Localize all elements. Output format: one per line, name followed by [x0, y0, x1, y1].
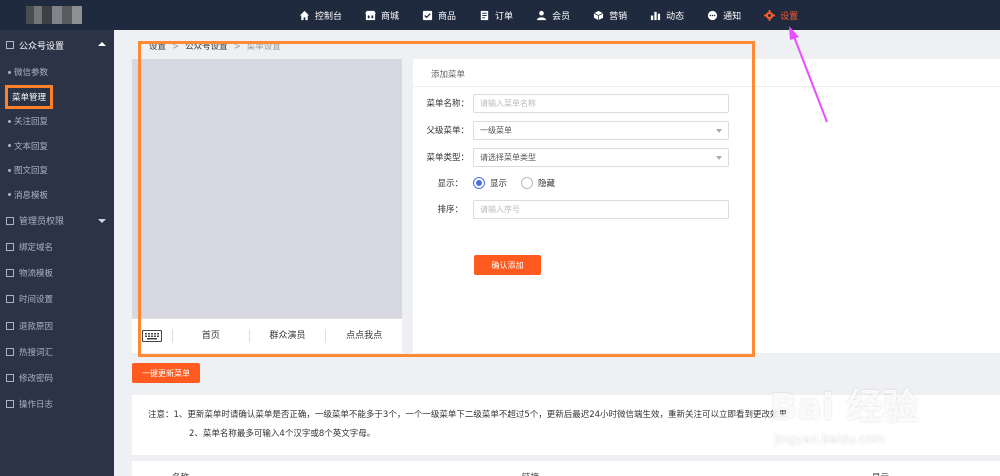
- goods-icon: [421, 9, 433, 21]
- nav-label: 动态: [666, 11, 685, 22]
- sidebar-item-refund[interactable]: 退款原因: [0, 313, 114, 339]
- sidebar-item-logistics[interactable]: 物流模板: [0, 260, 114, 286]
- note-line-1: 注意：1、更新菜单时请确认菜单是否正确，一级菜单不能多于3个，一个一级菜单下二级…: [148, 410, 788, 420]
- nav-dashboard[interactable]: 控制台: [298, 0, 342, 30]
- top-nav: 控制台 商城 商品 订单 会员 营销 动态 通知 设置: [298, 0, 820, 30]
- sidebar-sub-label: 消息模板: [14, 190, 49, 201]
- sidebar-item-log[interactable]: 操作日志: [0, 391, 114, 417]
- sidebar-sub-text-reply[interactable]: 文本回复: [0, 134, 114, 159]
- folder-icon: [6, 41, 14, 49]
- sidebar-item-label: 退款原因: [19, 321, 54, 332]
- sidebar-sub-image-reply[interactable]: 图文回复: [0, 158, 114, 183]
- bullet-icon: [8, 144, 11, 148]
- nav-label: 订单: [495, 11, 514, 22]
- nav-label: 营销: [609, 11, 628, 22]
- nav-members[interactable]: 会员: [535, 0, 570, 30]
- sidebar-item-time[interactable]: 时间设置: [0, 286, 114, 312]
- user-icon: [535, 9, 547, 21]
- watermark: Bai 经验 jingyan.baidu.com: [770, 378, 980, 458]
- order-icon: [478, 9, 490, 21]
- bullet-icon: [8, 119, 11, 123]
- folder-icon: [6, 295, 14, 304]
- sidebar-sub-label: 文本回复: [14, 141, 49, 152]
- chart-icon: [649, 9, 661, 21]
- watermark-logo: Bai 经验: [770, 387, 919, 428]
- note-line-2: 2、菜单名称最多可输入4个汉字或8个英文字母。: [189, 429, 376, 439]
- chat-icon: [706, 9, 718, 21]
- sidebar-item-label: 时间设置: [19, 295, 54, 306]
- store-icon: [364, 9, 376, 21]
- sidebar-group-admin[interactable]: 管理员权限: [0, 207, 114, 234]
- folder-icon: [6, 347, 14, 356]
- watermark-url: jingyan.baidu.com: [774, 432, 885, 446]
- caret-down-icon: [98, 219, 106, 223]
- marketing-box-icon: [592, 9, 604, 21]
- home-icon: [298, 9, 310, 21]
- caret-up-icon: [98, 42, 106, 46]
- nav-goods[interactable]: 商品: [421, 0, 456, 30]
- sidebar-sub-menu-manage[interactable]: 菜单管理: [0, 84, 114, 110]
- nav-label: 控制台: [315, 11, 343, 22]
- nav-label: 商品: [438, 11, 457, 22]
- column-header-link: 链接: [522, 471, 539, 476]
- sidebar-item-label: 操作日志: [19, 400, 54, 411]
- sidebar-group-label: 公众号设置: [19, 41, 65, 52]
- nav-label: 商城: [381, 11, 400, 22]
- sidebar-sub-label: 图文回复: [14, 166, 49, 177]
- bullet-icon: [8, 70, 11, 74]
- sidebar-group-wechat[interactable]: 公众号设置: [0, 30, 114, 60]
- bullet-icon: [8, 168, 11, 172]
- column-header-name: 名称: [172, 471, 189, 476]
- folder-icon: [6, 374, 14, 383]
- folder-icon: [6, 321, 14, 330]
- nav-marketing[interactable]: 营销: [592, 0, 627, 30]
- sidebar-item-hot-words[interactable]: 热搜词汇: [0, 339, 114, 365]
- logo[interactable]: [26, 6, 82, 24]
- column-header-display: 显示: [872, 471, 889, 476]
- sidebar-sub-msg-template[interactable]: 消息模板: [0, 183, 114, 208]
- nav-activity[interactable]: 动态: [649, 0, 684, 30]
- nav-settings[interactable]: 设置: [763, 0, 798, 30]
- sidebar-sub-label: 微信参数: [14, 68, 49, 79]
- menu-table-header: 名称 链接 显示: [132, 461, 1000, 476]
- update-menu-button[interactable]: 一键更新菜单: [132, 363, 200, 383]
- nav-mall[interactable]: 商城: [364, 0, 399, 30]
- nav-notify[interactable]: 通知: [706, 0, 741, 30]
- folder-icon: [6, 269, 14, 278]
- sidebar-group-label: 管理员权限: [19, 217, 65, 227]
- folder-icon: [6, 216, 14, 225]
- sidebar-item-label: 热搜词汇: [19, 347, 54, 358]
- nav-orders[interactable]: 订单: [478, 0, 513, 30]
- folder-icon: [6, 400, 14, 409]
- sidebar-sub-label: 关注回复: [14, 117, 49, 128]
- sidebar-sub-label: 菜单管理: [5, 84, 54, 109]
- gear-icon: [763, 9, 775, 21]
- top-bar: 控制台 商城 商品 订单 会员 营销 动态 通知 设置: [0, 0, 1000, 30]
- nav-label: 会员: [552, 11, 571, 22]
- sidebar-item-password[interactable]: 修改密码: [0, 365, 114, 391]
- folder-icon: [6, 243, 14, 252]
- annotation-highlight-box: [138, 41, 755, 357]
- sidebar: 公众号设置 微信参数 菜单管理 关注回复 文本回复 图文回复 消息模板 管理员权…: [0, 30, 114, 476]
- sidebar-item-label: 绑定域名: [19, 243, 54, 254]
- sidebar-item-domain[interactable]: 绑定域名: [0, 234, 114, 260]
- sidebar-item-label: 物流模板: [19, 269, 54, 280]
- nav-label: 设置: [780, 11, 799, 22]
- bullet-icon: [8, 193, 11, 197]
- sidebar-sub-wechat-params[interactable]: 微信参数: [0, 60, 114, 85]
- sidebar-sub-follow-reply[interactable]: 关注回复: [0, 109, 114, 134]
- nav-label: 通知: [723, 11, 742, 22]
- sidebar-item-label: 修改密码: [19, 374, 54, 385]
